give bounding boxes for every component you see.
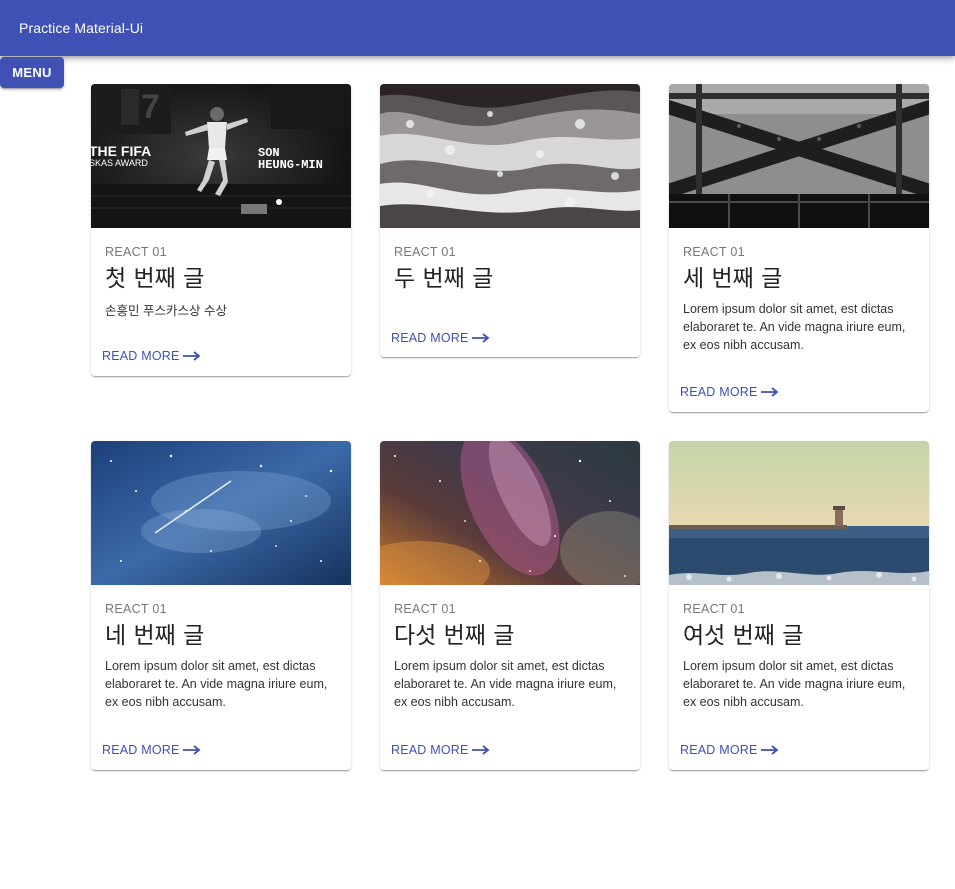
arrow-right-icon <box>760 387 778 397</box>
card-title: 여섯 번째 글 <box>683 623 804 649</box>
post-card-6: REACT 01 여섯 번째 글 Lorem ipsum dolor sit a… <box>669 441 929 770</box>
post-card-5: REACT 01 다섯 번째 글 Lorem ipsum dolor sit a… <box>380 441 640 770</box>
card-content: REACT 01 세 번째 글 Lorem ipsum dolor sit am… <box>669 228 929 354</box>
card-actions: READ MORE <box>380 329 501 347</box>
read-more-label: READ MORE <box>680 743 758 757</box>
card-overline: REACT 01 <box>105 602 167 616</box>
card-image-waves[interactable] <box>380 84 640 228</box>
card-overline: REACT 01 <box>105 245 167 259</box>
card-body: Lorem ipsum dolor sit amet, est dictas e… <box>105 659 328 709</box>
app-title: Practice Material-Ui <box>19 20 144 36</box>
read-more-button[interactable]: READ MORE <box>102 743 201 757</box>
card-actions: READ MORE <box>91 741 212 759</box>
card-image-bridge[interactable] <box>669 84 929 228</box>
card-body: Lorem ipsum dolor sit amet, est dictas e… <box>394 659 617 709</box>
read-more-button[interactable]: READ MORE <box>391 331 490 345</box>
card-title: 첫 번째 글 <box>105 266 205 292</box>
read-more-label: READ MORE <box>102 349 180 363</box>
card-image-lighthouse[interactable] <box>669 441 929 585</box>
card-image-soccer[interactable]: THE FIFA SKAS AWARD SON HEUNG-MIN 7 <box>91 84 351 228</box>
card-overline: REACT 01 <box>683 602 745 616</box>
card-body: Lorem ipsum dolor sit amet, est dictas e… <box>683 302 906 352</box>
post-card-1: THE FIFA SKAS AWARD SON HEUNG-MIN 7 REAC… <box>91 84 351 376</box>
card-body: 손흥민 푸스카스상 수상 <box>105 304 227 318</box>
card-body: Lorem ipsum dolor sit amet, est dictas e… <box>683 659 906 709</box>
app-bar: Practice Material-Ui <box>0 0 955 56</box>
arrow-right-icon <box>471 745 489 755</box>
read-more-button[interactable]: READ MORE <box>102 349 201 363</box>
arrow-right-icon <box>182 745 200 755</box>
card-title: 네 번째 글 <box>105 623 205 649</box>
arrow-right-icon <box>471 333 489 343</box>
card-actions: READ MORE <box>91 347 212 365</box>
card-title: 다섯 번째 글 <box>394 623 515 649</box>
card-content: REACT 01 다섯 번째 글 Lorem ipsum dolor sit a… <box>380 585 640 711</box>
post-card-3: REACT 01 세 번째 글 Lorem ipsum dolor sit am… <box>669 84 929 412</box>
card-content: REACT 01 두 번째 글 <box>380 228 640 293</box>
arrow-right-icon <box>760 745 778 755</box>
card-image-galaxy[interactable] <box>380 441 640 585</box>
post-card-2: REACT 01 두 번째 글 READ MORE <box>380 84 640 357</box>
card-content: REACT 01 여섯 번째 글 Lorem ipsum dolor sit a… <box>669 585 929 711</box>
read-more-label: READ MORE <box>391 331 469 345</box>
card-image-starry-sky[interactable] <box>91 441 351 585</box>
banner-text-fifa: THE FIFA <box>91 143 151 159</box>
read-more-button[interactable]: READ MORE <box>680 743 779 757</box>
card-overline: REACT 01 <box>394 245 456 259</box>
card-overline: REACT 01 <box>683 245 745 259</box>
card-title: 세 번째 글 <box>683 266 783 292</box>
card-content: REACT 01 첫 번째 글 손흥민 푸스카스상 수상 <box>91 228 351 320</box>
menu-button[interactable]: MENU <box>0 57 64 88</box>
card-title: 두 번째 글 <box>394 266 494 292</box>
banner-text-number: 7 <box>141 88 160 126</box>
card-overline: REACT 01 <box>394 602 456 616</box>
card-actions: READ MORE <box>669 741 790 759</box>
card-actions: READ MORE <box>380 741 501 759</box>
card-content: REACT 01 네 번째 글 Lorem ipsum dolor sit am… <box>91 585 351 711</box>
post-card-4: REACT 01 네 번째 글 Lorem ipsum dolor sit am… <box>91 441 351 770</box>
card-actions: READ MORE <box>669 383 790 401</box>
banner-text-award: SKAS AWARD <box>91 158 148 168</box>
read-more-label: READ MORE <box>680 385 758 399</box>
read-more-button[interactable]: READ MORE <box>680 385 779 399</box>
read-more-label: READ MORE <box>391 743 469 757</box>
read-more-button[interactable]: READ MORE <box>391 743 490 757</box>
arrow-right-icon <box>182 351 200 361</box>
banner-text-heungmin: HEUNG-MIN <box>258 158 323 172</box>
read-more-label: READ MORE <box>102 743 180 757</box>
